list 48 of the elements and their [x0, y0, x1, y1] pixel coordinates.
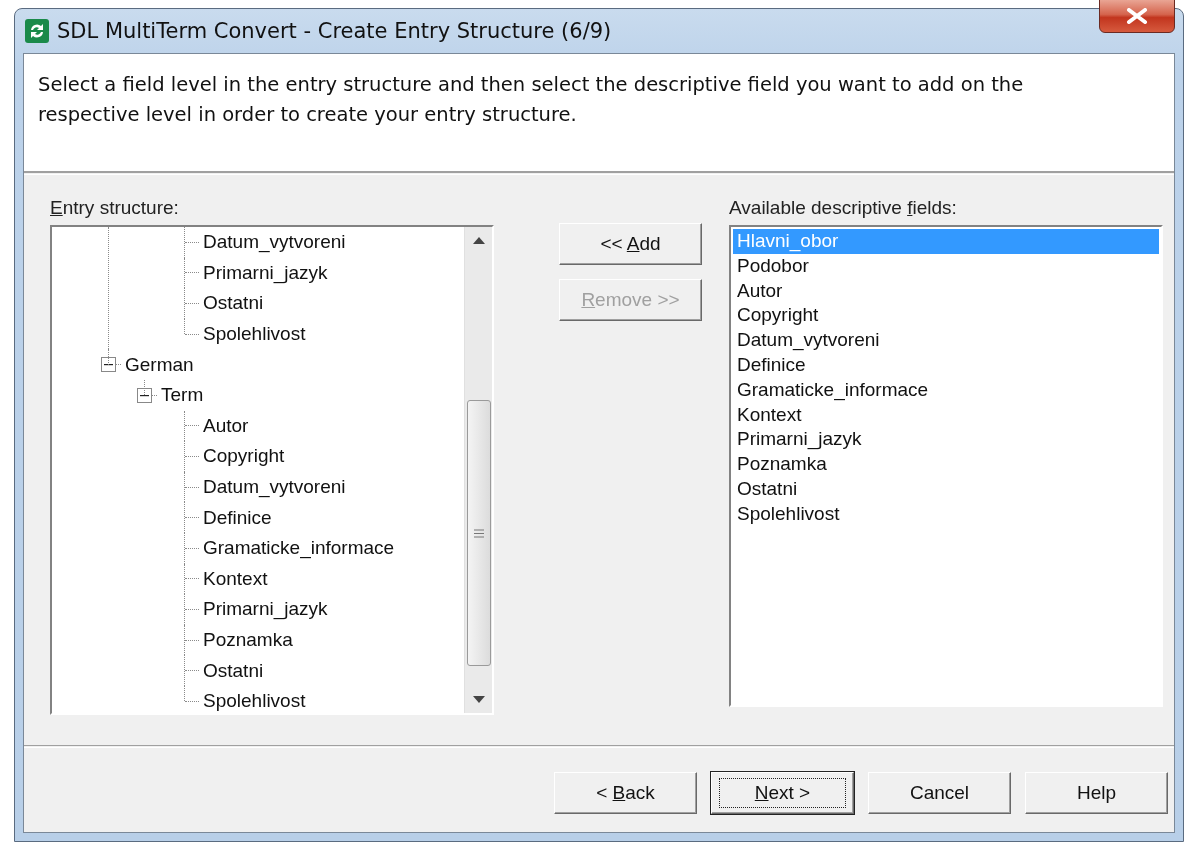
available-fields-label: Available descriptive fields:: [729, 197, 958, 219]
list-item[interactable]: Gramaticke_informace: [733, 377, 1159, 403]
dialog-button[interactable]: Cancel: [868, 772, 1011, 814]
tree-item[interactable]: Kontext: [203, 567, 268, 590]
collapse-icon[interactable]: [137, 387, 152, 403]
entry-structure-label: Entry structure:: [50, 197, 180, 219]
list-item[interactable]: Copyright: [733, 303, 1159, 329]
collapse-icon[interactable]: [101, 357, 116, 373]
dialog-button[interactable]: < Back: [554, 772, 697, 814]
list-item[interactable]: Datum_vytvoreni: [733, 328, 1159, 353]
tree-item[interactable]: German: [125, 353, 194, 376]
tree-item[interactable]: Ostatni: [203, 659, 264, 682]
list-item[interactable]: Autor: [733, 278, 1159, 304]
window-title: SDL MultiTerm Convert - Create Entry Structure (6/9): [57, 19, 613, 43]
list-item[interactable]: Kontext: [733, 402, 1159, 428]
tree-item[interactable]: Ostatni: [203, 292, 264, 315]
tree-item[interactable]: Term: [161, 384, 204, 407]
list-item[interactable]: Spolehlivost: [733, 501, 1159, 527]
scrollbar[interactable]: [464, 227, 492, 713]
list-item[interactable]: Definice: [733, 353, 1159, 378]
tree-item[interactable]: Primarni_jazyk: [203, 598, 328, 621]
list-item[interactable]: Poznamka: [733, 452, 1159, 477]
tree-item[interactable]: Copyright: [203, 445, 285, 468]
dialog-button[interactable]: Help: [1025, 772, 1168, 814]
tree-item[interactable]: Datum_vytvoreni: [203, 231, 346, 254]
tree-item[interactable]: Definice: [203, 506, 272, 529]
tree-item[interactable]: Primarni_jazyk: [203, 261, 328, 284]
tree-item[interactable]: Datum_vytvoreni: [203, 476, 346, 499]
instruction-text: Select a field level in the entry structure and then select the descriptive field you want to add on the respective level in order to create your entry structure.: [38, 72, 1025, 128]
tree-item[interactable]: Autor: [203, 414, 249, 437]
scroll-down-icon[interactable]: [472, 696, 485, 703]
list-item[interactable]: Podobor: [733, 253, 1159, 279]
tree-item[interactable]: Spolehlivost: [203, 323, 306, 346]
add-button[interactable]: << Add: [559, 223, 702, 265]
app-logo-icon: [25, 19, 49, 43]
entry-structure-tree[interactable]: Datum_vytvoreni Primarni_jazyk Ostatni Spolehlivost German Term Autor Copyright Datum_vytvoreni Definice Gramaticke_informace Kontext Primarni_jazyk Poznamka Ostatni Spolehlivost: [50, 225, 494, 715]
close-button[interactable]: [1099, 0, 1175, 33]
close-icon: [1126, 8, 1148, 24]
list-item[interactable]: Primarni_jazyk: [733, 427, 1159, 453]
list-item[interactable]: Ostatni: [733, 476, 1159, 502]
available-fields-list[interactable]: Hlavni_obor Podobor Autor Copyright Datum_vytvoreni Definice Gramaticke_informace Kontext Primarni_jazyk Poznamka Ostatni Spolehlivost: [729, 225, 1163, 707]
scroll-up-icon[interactable]: [472, 237, 485, 244]
tree-item[interactable]: Poznamka: [203, 629, 293, 651]
grip-icon: [473, 528, 484, 538]
tree-item[interactable]: Spolehlivost: [203, 690, 306, 713]
tree-item[interactable]: Gramaticke_informace: [203, 537, 395, 560]
scrollbar-thumb[interactable]: [466, 400, 491, 666]
dialog-button[interactable]: Next >: [711, 772, 854, 814]
